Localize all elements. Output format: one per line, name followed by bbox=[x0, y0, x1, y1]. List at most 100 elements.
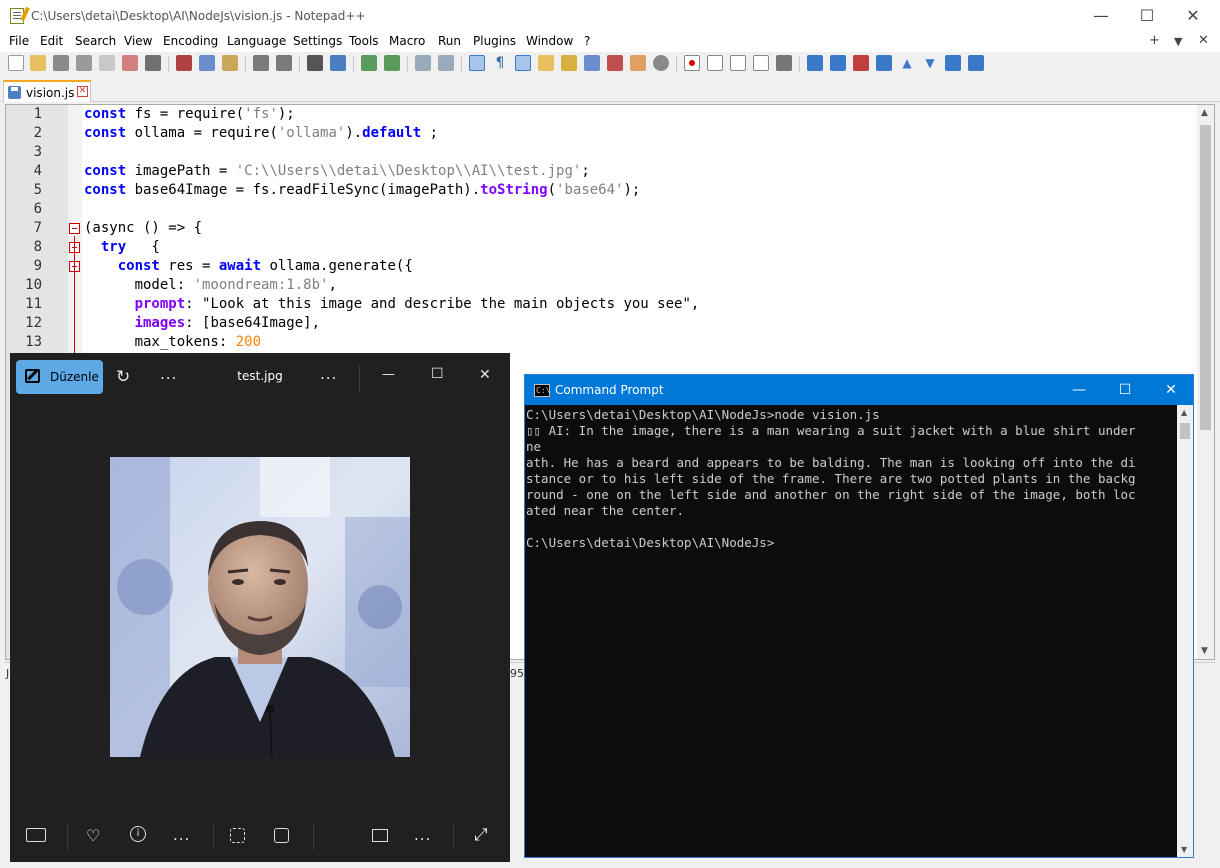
close-button[interactable]: ✕ bbox=[1170, 0, 1216, 32]
cmd-scrollbar-thumb[interactable] bbox=[1180, 423, 1190, 439]
menu-search[interactable]: Search bbox=[75, 34, 116, 48]
favorite-heart-icon[interactable]: ♡ bbox=[86, 826, 100, 845]
fold-toggle-icon[interactable] bbox=[69, 223, 80, 234]
tab-list-dropdown-icon[interactable]: ▼ bbox=[1174, 35, 1182, 48]
stop-macro-icon[interactable] bbox=[707, 55, 723, 71]
paste-icon[interactable] bbox=[222, 55, 238, 71]
menu-edit[interactable]: Edit bbox=[40, 34, 63, 48]
close-icon[interactable] bbox=[99, 55, 115, 71]
code-line[interactable]: 1 const fs = require('fs'); bbox=[6, 105, 1196, 124]
menu-language[interactable]: Language bbox=[227, 34, 286, 48]
menu-macro[interactable]: Macro bbox=[389, 34, 425, 48]
menu-encoding[interactable]: Encoding bbox=[163, 34, 218, 48]
scrollbar-thumb[interactable] bbox=[1200, 125, 1211, 430]
edit-button[interactable]: Düzenle bbox=[16, 360, 103, 394]
menu-settings[interactable]: Settings bbox=[293, 34, 342, 48]
language-icon[interactable] bbox=[538, 55, 554, 71]
move-up-icon[interactable]: ▲ bbox=[899, 55, 915, 71]
show-all-characters-icon[interactable]: ¶ bbox=[492, 55, 508, 71]
minimize-icon[interactable]: — bbox=[382, 367, 395, 382]
code-line[interactable]: 2 const ollama = require('ollama').defaul… bbox=[6, 124, 1196, 143]
code-line[interactable]: 13 max_tokens: 200 bbox=[6, 333, 1196, 352]
monitoring-icon[interactable] bbox=[653, 55, 669, 71]
menu-run[interactable]: Run bbox=[438, 34, 461, 48]
save-macro-icon[interactable] bbox=[776, 55, 792, 71]
info-icon[interactable]: i bbox=[130, 826, 146, 842]
close-all-icon[interactable] bbox=[122, 55, 138, 71]
maximize-icon[interactable]: ☐ bbox=[431, 366, 444, 382]
full-screen-icon[interactable]: ⤢ bbox=[474, 825, 488, 845]
close-icon[interactable]: ✕ bbox=[479, 367, 491, 383]
close-document-icon[interactable]: ✕ bbox=[1198, 33, 1209, 48]
cmd-scrollbar[interactable]: ▲ ▼ bbox=[1177, 405, 1193, 857]
run-macro-multiple-icon[interactable] bbox=[753, 55, 769, 71]
folder-as-workspace-icon[interactable] bbox=[607, 55, 623, 71]
bottom-more-icon[interactable]: ... bbox=[173, 826, 190, 844]
minimize-button[interactable]: — bbox=[1078, 0, 1124, 32]
code-line[interactable]: 6 bbox=[6, 200, 1196, 219]
code-line[interactable]: 12 images: [base64Image], bbox=[6, 314, 1196, 333]
find-icon[interactable] bbox=[307, 55, 323, 71]
cmd-maximize-button[interactable]: ☐ bbox=[1102, 375, 1148, 405]
new-tab-icon[interactable]: + bbox=[1149, 33, 1160, 48]
word-wrap-icon[interactable] bbox=[469, 55, 485, 71]
tab-close-icon[interactable]: ✕ bbox=[77, 86, 88, 97]
code-line[interactable]: 3 bbox=[6, 143, 1196, 162]
fit-to-window-icon[interactable] bbox=[372, 829, 388, 842]
play-macro-icon[interactable] bbox=[730, 55, 746, 71]
cmd-scroll-up-icon[interactable]: ▲ bbox=[1181, 408, 1187, 417]
list-icon[interactable] bbox=[830, 55, 846, 71]
cut-icon[interactable] bbox=[176, 55, 192, 71]
zoom-out-icon[interactable] bbox=[384, 55, 400, 71]
zoom-in-icon[interactable] bbox=[361, 55, 377, 71]
replace-icon[interactable] bbox=[330, 55, 346, 71]
cmd-close-button[interactable]: ✕ bbox=[1148, 375, 1194, 405]
panel-icon[interactable] bbox=[968, 55, 984, 71]
sync-horizontal-icon[interactable] bbox=[438, 55, 454, 71]
menu-tools[interactable]: Tools bbox=[349, 34, 379, 48]
record-macro-icon[interactable] bbox=[684, 55, 700, 71]
save-all-icon[interactable] bbox=[76, 55, 92, 71]
sort-icon[interactable] bbox=[945, 55, 961, 71]
fold-all-icon[interactable] bbox=[876, 55, 892, 71]
code-line[interactable]: 9 const res = await ollama.generate({ bbox=[6, 257, 1196, 276]
maximize-button[interactable]: ☐ bbox=[1124, 0, 1170, 32]
redo-icon[interactable] bbox=[276, 55, 292, 71]
filmstrip-icon[interactable] bbox=[26, 828, 46, 842]
move-down-icon[interactable]: ▼ bbox=[922, 55, 938, 71]
scan-text-icon[interactable] bbox=[274, 828, 289, 843]
menu-help[interactable]: ? bbox=[584, 34, 590, 48]
save-icon[interactable] bbox=[53, 55, 69, 71]
code-line[interactable]: 11 prompt: "Look at this image and descr… bbox=[6, 295, 1196, 314]
scroll-down-icon[interactable]: ▼ bbox=[1201, 646, 1208, 656]
list-remove-icon[interactable] bbox=[853, 55, 869, 71]
cmd-minimize-button[interactable]: — bbox=[1056, 375, 1102, 405]
undo-icon[interactable] bbox=[253, 55, 269, 71]
copy-icon[interactable] bbox=[199, 55, 215, 71]
open-file-icon[interactable] bbox=[30, 55, 46, 71]
cmd-scroll-down-icon[interactable]: ▼ bbox=[1181, 845, 1187, 854]
new-file-icon[interactable] bbox=[8, 55, 24, 71]
console-output[interactable]: C:\Users\detai\Desktop\AI\NodeJs>node vi… bbox=[525, 407, 1177, 857]
scroll-up-icon[interactable]: ▲ bbox=[1201, 108, 1208, 118]
tab-vision-js[interactable]: vision.js ✕ bbox=[3, 80, 91, 102]
document-map-icon[interactable] bbox=[561, 55, 577, 71]
menu-window[interactable]: Window bbox=[526, 34, 573, 48]
code-line[interactable]: 4 const imagePath = 'C:\\Users\\detai\\De… bbox=[6, 162, 1196, 181]
bookmark-icon[interactable] bbox=[807, 55, 823, 71]
function-list-icon[interactable] bbox=[584, 55, 600, 71]
visual-search-icon[interactable] bbox=[230, 828, 245, 843]
code-line[interactable]: 8 try { bbox=[6, 238, 1196, 257]
print-icon[interactable] bbox=[145, 55, 161, 71]
sync-vertical-icon[interactable] bbox=[415, 55, 431, 71]
zoom-more-icon[interactable]: ... bbox=[414, 826, 431, 844]
open-folder-icon[interactable] bbox=[630, 55, 646, 71]
rotate-icon[interactable]: ↻ bbox=[116, 367, 130, 387]
menu-file[interactable]: File bbox=[9, 34, 29, 48]
more-options-icon[interactable]: ... bbox=[160, 365, 177, 383]
code-line[interactable]: 10 model: 'moondream:1.8b', bbox=[6, 276, 1196, 295]
editor-scrollbar[interactable]: ▲ ▼ bbox=[1197, 105, 1214, 659]
menu-view[interactable]: View bbox=[124, 34, 152, 48]
menu-plugins[interactable]: Plugins bbox=[473, 34, 516, 48]
indent-guide-icon[interactable] bbox=[515, 55, 531, 71]
